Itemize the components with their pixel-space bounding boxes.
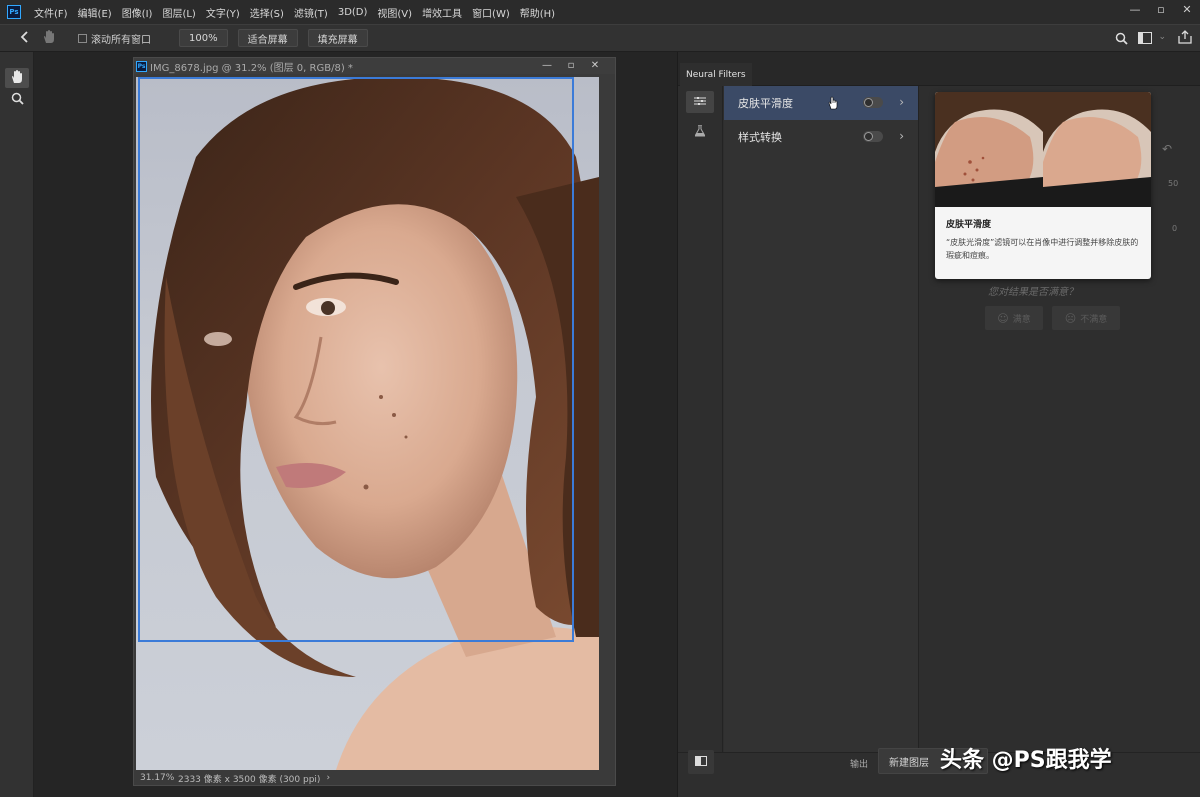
tab-neural-filters[interactable]: Neural Filters [680,63,752,86]
frown-icon: ☹ [1064,311,1077,325]
fit-screen-button[interactable]: 适合屏幕 [237,29,298,47]
document-title: IMG_8678.jpg @ 31.2% (图层 0, RGB/8) * [150,62,353,74]
zoom-tool-button[interactable] [5,90,29,110]
doc-minimize-button[interactable]: — [535,58,559,72]
feedback-question: 您对结果是否满意？ [988,287,1078,298]
search-icon[interactable] [1115,32,1128,48]
back-icon[interactable] [20,30,28,46]
fill-screen-button[interactable]: 填充屏幕 [307,29,368,47]
satisfied-button[interactable]: ☺ 满意 [985,306,1043,330]
doc-close-button[interactable]: ✕ [583,58,607,72]
menu-layer[interactable]: 图层(L) [157,5,200,20]
menu-edit[interactable]: 编辑(E) [73,5,117,20]
menu-help[interactable]: 帮助(H) [515,5,560,20]
unsatisfied-label: 不满意 [1080,314,1108,325]
scroll-all-checkbox[interactable] [78,33,87,43]
doc-restore-button[interactable]: ▫ [559,58,583,72]
filter-label: 样式转换 [738,131,782,144]
menu-type[interactable]: 文字(Y) [201,5,245,20]
hand-tool-button[interactable] [5,68,29,88]
mouse-cursor-icon [828,96,839,113]
zoom-readout[interactable]: 31.17% [140,773,174,783]
filter-label: 皮肤平滑度 [738,97,793,110]
sliders-icon [694,96,706,109]
menu-3d[interactable]: 3D(D) [333,7,373,18]
minimize-button[interactable]: — [1122,0,1148,18]
split-view-icon [695,755,707,769]
hand-icon [10,69,24,87]
document-ps-icon: Ps [136,60,147,72]
chevron-right-icon[interactable]: › [326,773,330,783]
selection-bounding-box[interactable] [138,77,574,642]
scroll-all-label: 滚动所有窗口 [91,34,151,46]
close-button[interactable]: ✕ [1174,0,1200,18]
filter-category-bar [678,86,723,752]
menu-file[interactable]: 文件(F) [29,5,73,20]
vertical-scrollbar[interactable] [600,77,614,770]
tool-bar [0,52,34,797]
all-filters-button[interactable] [686,91,714,113]
photoshop-logo: Ps [7,5,21,19]
reset-icon[interactable]: ↶ [1162,142,1172,156]
menu-image[interactable]: 图像(I) [117,5,158,20]
satisfied-label: 满意 [1012,314,1031,325]
zoom-icon [11,92,24,108]
restore-button[interactable]: ▫ [1148,0,1174,18]
slider-value-1: 50 [1168,179,1179,188]
tooltip-title: 皮肤平滑度 [946,220,992,230]
filter-style-transfer[interactable]: 样式转换 › [724,120,918,154]
smile-icon: ☺ [997,311,1009,325]
after-image [1043,92,1151,207]
tooltip-description: “皮肤光滑度”滤镜可以在肖像中进行调整并移除皮肤的瑕疵和痘痕。 [946,238,1139,260]
menu-bar: Ps 文件(F) 编辑(E) 图像(I) 图层(L) 文字(Y) 选择(S) 滤… [0,0,1200,24]
document-tab[interactable]: Ps IMG_8678.jpg @ 31.2% (图层 0, RGB/8) * … [134,58,615,74]
document-status-bar: 31.17% 2333 像素 x 3500 像素 (300 ppi) › [136,771,599,785]
unsatisfied-button[interactable]: ☹ 不满意 [1052,306,1120,330]
workspace-icon[interactable] [1138,32,1152,47]
document-window: Ps IMG_8678.jpg @ 31.2% (图层 0, RGB/8) * … [133,57,616,786]
slider-value-2: 0 [1172,224,1178,233]
beta-filters-button[interactable] [686,121,714,143]
share-icon[interactable] [1178,30,1192,47]
chevron-right-icon[interactable]: › [899,95,904,109]
filter-list: 皮肤平滑度 › 样式转换 › [724,86,919,752]
menu-window[interactable]: 窗口(W) [467,5,515,20]
preview-toggle-button[interactable] [688,750,714,774]
menu-select[interactable]: 选择(S) [245,5,289,20]
filter-skin-smoothing[interactable]: 皮肤平滑度 › [724,86,918,120]
options-bar: 滚动所有窗口 100% 适合屏幕 填充屏幕 ⌄ [0,24,1200,52]
menu-plugins[interactable]: 增效工具 [417,5,467,20]
flask-icon [694,124,706,140]
document-info[interactable]: 2333 像素 x 3500 像素 (300 ppi) [178,772,320,785]
chevron-down-icon[interactable]: ⌄ [1158,32,1166,42]
before-after-preview [935,92,1151,207]
panel-tab-bar: Neural Filters [678,52,1200,86]
output-label: 输出 [850,760,869,770]
filter-preview-tooltip: 皮肤平滑度 “皮肤光滑度”滤镜可以在肖像中进行调整并移除皮肤的瑕疵和痘痕。 [935,92,1151,279]
skin-smoothing-toggle[interactable] [863,97,883,108]
neural-filters-panel: Neural Filters 皮肤平滑度 › 样式转换 › ↶ 50 0 皮肤平… [677,52,1200,797]
chevron-right-icon[interactable]: › [899,129,904,143]
panel-footer: 输出 新建图层 [678,748,1200,797]
menu-filter[interactable]: 滤镜(T) [289,5,333,20]
menu-view[interactable]: 视图(V) [372,5,417,20]
before-image [935,92,1043,207]
toolbar-grip[interactable] [0,52,33,66]
watermark: 头条 @PS跟我学 [940,748,1112,773]
style-transfer-toggle[interactable] [863,131,883,142]
portrait-photo[interactable] [136,77,599,770]
hand-tool-icon[interactable] [42,29,56,47]
zoom-100-button[interactable]: 100% [179,29,228,47]
